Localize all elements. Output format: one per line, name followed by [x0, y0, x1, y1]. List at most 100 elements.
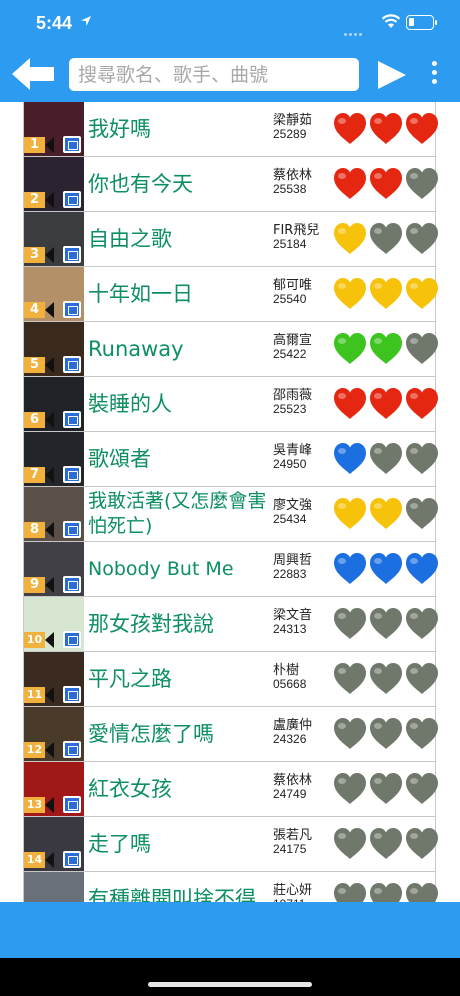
- play-button[interactable]: [375, 59, 409, 91]
- song-thumbnail[interactable]: 10: [24, 597, 84, 651]
- song-row[interactable]: 15有種離開叫捨不得莊心妍19711: [24, 872, 438, 903]
- more-menu-button[interactable]: [428, 61, 440, 89]
- home-indicator[interactable]: [148, 982, 312, 987]
- song-title: 那女孩對我說: [88, 611, 214, 636]
- back-arrow-icon: [12, 58, 54, 90]
- toolbar: [0, 46, 460, 102]
- song-row[interactable]: 10 那女孩對我說 梁文音 24313: [24, 597, 438, 652]
- song-row[interactable]: 13 紅衣女孩 蔡依林 24749: [24, 762, 438, 817]
- song-code: 24950: [273, 457, 307, 471]
- song-thumbnail[interactable]: 12: [24, 707, 84, 761]
- song-thumbnail[interactable]: 8: [24, 487, 84, 541]
- video-badge-icon: [63, 741, 81, 758]
- rating-hearts: [332, 331, 440, 369]
- song-title: 歌頌者: [88, 446, 151, 471]
- heart-icon: [334, 663, 366, 694]
- rating-hearts: [332, 771, 440, 809]
- song-thumbnail[interactable]: 6: [24, 377, 84, 431]
- home-area: [0, 958, 460, 996]
- song-code: 05668: [273, 677, 307, 691]
- song-row[interactable]: 2 你也有今天 蔡依林 25538: [24, 157, 438, 212]
- heart-icon: [370, 498, 402, 529]
- location-arrow-icon: [81, 16, 91, 26]
- song-row[interactable]: 1 我好嗎 梁靜茹 25289: [24, 102, 438, 157]
- song-thumbnail[interactable]: 2: [24, 157, 84, 211]
- rating-hearts: [332, 826, 440, 864]
- heart-icon: [406, 663, 438, 694]
- rank-badge: 8: [24, 522, 45, 538]
- song-thumbnail[interactable]: 11: [24, 652, 84, 706]
- song-title: 愛情怎麼了嗎: [88, 721, 214, 746]
- rank-badge: 9: [24, 577, 45, 593]
- song-title: 我好嗎: [88, 116, 151, 141]
- song-row[interactable]: 8 我敢活著(又怎麼會害怕死亡) 廖文強 25434: [24, 487, 438, 542]
- song-artist: 郁可唯: [273, 278, 313, 293]
- video-badge-icon: [63, 521, 81, 538]
- rating-hearts: [332, 276, 440, 314]
- song-title: 紅衣女孩: [88, 776, 172, 801]
- song-thumbnail[interactable]: 14: [24, 817, 84, 871]
- song-row[interactable]: 11 平凡之路 朴樹 05668: [24, 652, 438, 707]
- rank-arrow-icon: [45, 302, 54, 318]
- song-title: 平凡之路: [88, 666, 172, 691]
- song-thumbnail[interactable]: 3: [24, 212, 84, 266]
- song-row[interactable]: 3 自由之歌 FIR飛兒 25184: [24, 212, 438, 267]
- song-row[interactable]: 14 走了嗎 張若凡 24175: [24, 817, 438, 872]
- video-badge-icon: [63, 411, 81, 428]
- song-row[interactable]: 5 Runaway 高爾宣 25422: [24, 322, 438, 377]
- rating-hearts: [332, 221, 440, 259]
- heart-icon: [406, 278, 438, 309]
- rank-badge: 10: [24, 632, 45, 648]
- song-title: 十年如一日: [88, 281, 193, 306]
- song-title: 有種離開叫捨不得: [88, 886, 256, 903]
- bottom-bar: [0, 902, 460, 958]
- heart-icon: [370, 223, 402, 254]
- back-button[interactable]: [10, 55, 56, 93]
- song-artist: 莊心妍: [273, 883, 313, 898]
- rating-hearts: [332, 111, 440, 149]
- signal-dots-icon: [344, 21, 366, 36]
- song-thumbnail[interactable]: 9: [24, 542, 84, 596]
- heart-icon: [406, 388, 438, 419]
- wifi-icon: [381, 14, 401, 28]
- song-code: 24313: [273, 622, 307, 636]
- song-row[interactable]: 6 裝睡的人 邵雨薇 25523: [24, 377, 438, 432]
- video-badge-icon: [63, 301, 81, 318]
- rank-badge: 1: [24, 137, 45, 153]
- heart-icon: [334, 443, 366, 474]
- rank-badge: 14: [24, 852, 45, 868]
- rank-badge: 6: [24, 412, 45, 428]
- song-thumbnail[interactable]: 5: [24, 322, 84, 376]
- search-input[interactable]: [69, 58, 359, 91]
- search-box[interactable]: [69, 58, 359, 91]
- song-list-inner: 1 我好嗎 梁靜茹 25289 2 你也有今天 蔡依林 25538 3 自由之歌 FIR飛兒 2518…: [23, 102, 438, 903]
- status-bar: 5:44: [0, 0, 460, 46]
- heart-icon: [370, 718, 402, 749]
- heart-icon: [334, 278, 366, 309]
- song-thumbnail[interactable]: 13: [24, 762, 84, 816]
- rank-badge: 11: [24, 687, 45, 703]
- video-badge-icon: [63, 246, 81, 263]
- rank-arrow-icon: [45, 357, 54, 373]
- song-row[interactable]: 12 愛情怎麼了嗎 盧廣仲 24326: [24, 707, 438, 762]
- song-thumbnail[interactable]: 4: [24, 267, 84, 321]
- heart-icon: [406, 828, 438, 859]
- heart-icon: [334, 388, 366, 419]
- song-thumbnail[interactable]: 15: [24, 872, 84, 902]
- rank-arrow-icon: [45, 522, 54, 538]
- heart-icon: [406, 223, 438, 254]
- song-row[interactable]: 4 十年如一日 郁可唯 25540: [24, 267, 438, 322]
- rank-arrow-icon: [45, 797, 54, 813]
- song-thumbnail[interactable]: 1: [24, 102, 84, 156]
- song-artist: FIR飛兒: [273, 223, 320, 238]
- song-artist: 張若凡: [273, 828, 313, 843]
- video-badge-icon: [63, 631, 81, 648]
- song-title: 你也有今天: [88, 171, 193, 196]
- song-row[interactable]: 9 Nobody But Me 周興哲 22883: [24, 542, 438, 597]
- song-thumbnail[interactable]: 7: [24, 432, 84, 486]
- rank-arrow-icon: [45, 247, 54, 263]
- rank-arrow-icon: [45, 137, 54, 153]
- heart-icon: [334, 333, 366, 364]
- song-row[interactable]: 7 歌頌者 吳青峰 24950: [24, 432, 438, 487]
- heart-icon: [334, 223, 366, 254]
